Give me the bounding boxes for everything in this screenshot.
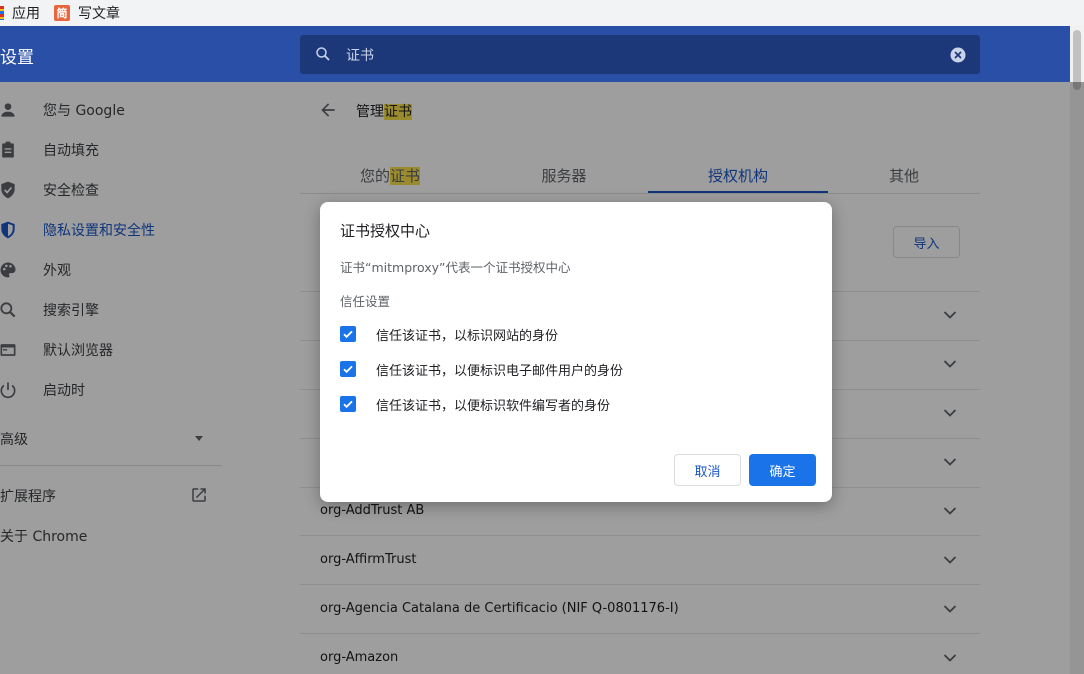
trust-software-checkbox[interactable]	[340, 396, 356, 412]
search-value: 证书	[346, 48, 374, 64]
checkmark-icon	[343, 330, 353, 339]
bookmarks-bar: 应用 简 写文章	[0, 0, 1084, 26]
bookmark-write-label: 写文章	[78, 6, 120, 22]
trust-websites-checkbox[interactable]	[340, 326, 356, 342]
trust-settings-label: 信任设置	[340, 294, 391, 309]
search-icon	[316, 47, 330, 61]
checkbox-label: 信任该证书，以便标识软件编写者的身份	[376, 398, 611, 414]
trust-websites-checkbox-row[interactable]: 信任该证书，以标识网站的身份	[340, 324, 558, 344]
settings-header: 设置 证书	[0, 26, 1084, 82]
certificate-authority-dialog: 证书授权中心 证书“mitmproxy”代表一个证书授权中心 信任设置 信任该证…	[320, 202, 832, 502]
apps-icon	[0, 6, 4, 20]
bookmark-apps[interactable]: 应用	[0, 3, 40, 23]
page-title: 设置	[0, 48, 34, 68]
checkmark-icon	[343, 365, 353, 374]
clear-search-icon[interactable]	[949, 46, 967, 64]
trust-email-checkbox-row[interactable]: 信任该证书，以便标识电子邮件用户的身份	[340, 359, 623, 379]
settings-search-input[interactable]: 证书	[300, 35, 980, 74]
dialog-description: 证书“mitmproxy”代表一个证书授权中心	[340, 260, 571, 275]
cancel-button[interactable]: 取消	[674, 454, 741, 486]
trust-email-checkbox[interactable]	[340, 361, 356, 377]
scrollbar-thumb[interactable]	[1073, 30, 1081, 90]
checkbox-label: 信任该证书，以便标识电子邮件用户的身份	[376, 363, 624, 379]
ok-button[interactable]: 确定	[749, 454, 816, 486]
trust-software-checkbox-row[interactable]: 信任该证书，以便标识软件编写者的身份	[340, 394, 610, 414]
dialog-title: 证书授权中心	[340, 222, 431, 240]
bookmark-write-article[interactable]: 简 写文章	[54, 3, 120, 23]
bookmark-apps-label: 应用	[12, 6, 40, 22]
checkbox-label: 信任该证书，以标识网站的身份	[376, 328, 559, 344]
jianshu-icon: 简	[54, 5, 70, 21]
checkmark-icon	[343, 400, 353, 409]
